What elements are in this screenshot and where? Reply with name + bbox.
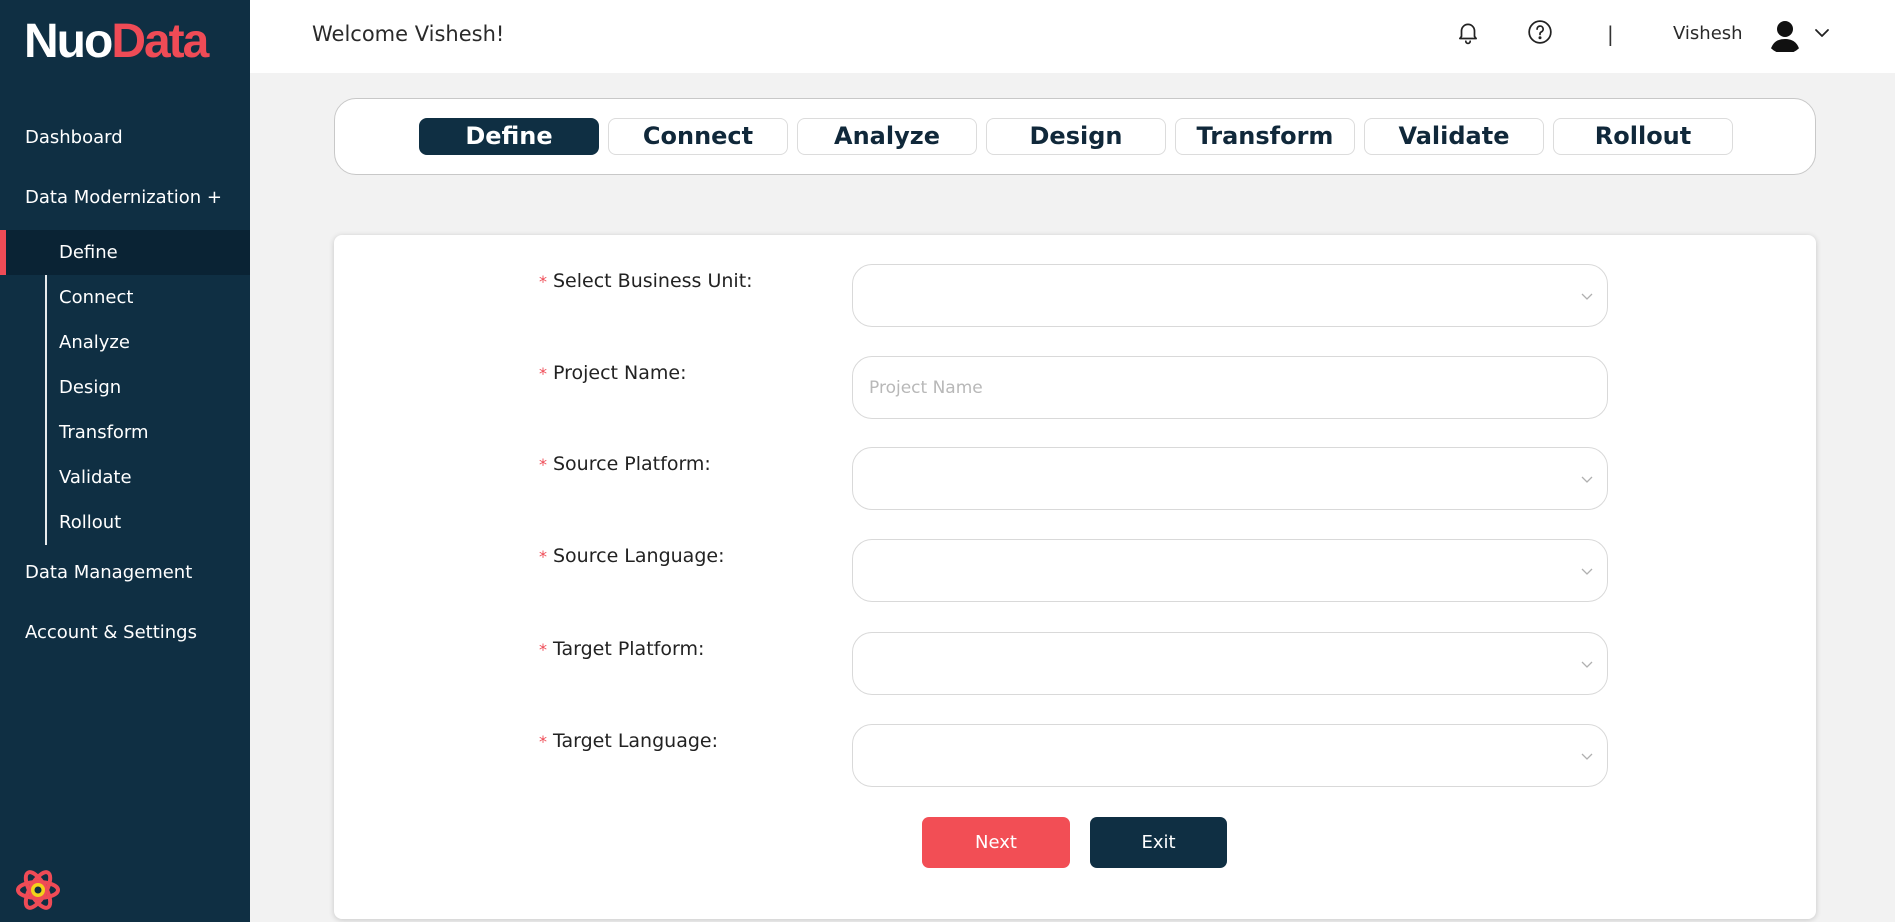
required-marker: * (539, 547, 547, 566)
target-platform-label: * Target Platform: (539, 638, 704, 660)
chevron-down-icon[interactable] (1813, 24, 1831, 42)
sidebar-subnav: Define Connect Analyze Design Transform … (0, 230, 250, 545)
chevron-down-icon (1581, 753, 1593, 760)
source-platform-label-text: Source Platform: (553, 453, 711, 475)
sidebar-item-data-modernization[interactable]: Data Modernization + (25, 187, 222, 208)
nuodata-logo[interactable]: NuoData (24, 14, 209, 70)
source-platform-select[interactable] (852, 447, 1608, 510)
chevron-down-icon (1581, 293, 1593, 300)
project-name-label: * Project Name: (539, 362, 687, 384)
sidebar-item-dashboard[interactable]: Dashboard (25, 127, 123, 148)
form-row-source-platform: * Source Platform: (334, 447, 1816, 511)
target-language-label-text: Target Language: (553, 730, 718, 752)
header-separator: | (1607, 22, 1614, 46)
sidebar: NuoData Dashboard Data Modernization + D… (0, 0, 250, 922)
sidebar-sub-item-design[interactable]: Design (0, 365, 250, 410)
target-platform-select[interactable] (852, 632, 1608, 695)
sidebar-sub-item-transform[interactable]: Transform (0, 410, 250, 455)
target-language-select[interactable] (852, 724, 1608, 787)
target-language-label: * Target Language: (539, 730, 718, 752)
required-marker: * (539, 455, 547, 474)
chevron-down-icon (1581, 568, 1593, 575)
sidebar-item-account-settings[interactable]: Account & Settings (25, 622, 197, 643)
sidebar-sub-item-define[interactable]: Define (0, 230, 250, 275)
chevron-down-icon (1581, 661, 1593, 668)
source-language-label-text: Source Language: (553, 545, 725, 567)
target-platform-label-text: Target Platform: (553, 638, 705, 660)
logo-text-data: Data (111, 15, 209, 68)
step-tab-transform[interactable]: Transform (1175, 118, 1355, 155)
username-label[interactable]: Vishesh (1673, 23, 1743, 44)
form-row-target-language: * Target Language: (334, 724, 1816, 788)
avatar-silhouette-icon (1765, 14, 1805, 54)
atom-logo-icon[interactable] (14, 866, 62, 914)
business-unit-select[interactable] (852, 264, 1608, 327)
form-row-project-name: * Project Name: (334, 356, 1816, 420)
avatar[interactable] (1765, 14, 1805, 54)
next-button[interactable]: Next (922, 817, 1070, 868)
logo-text-nuo: Nuo (24, 15, 113, 68)
sidebar-item-data-management[interactable]: Data Management (25, 562, 192, 583)
step-tab-define[interactable]: Define (419, 118, 599, 155)
step-tab-design[interactable]: Design (986, 118, 1166, 155)
project-name-input[interactable] (852, 356, 1608, 419)
chevron-down-icon (1581, 476, 1593, 483)
step-tab-validate[interactable]: Validate (1364, 118, 1544, 155)
sidebar-sub-item-connect[interactable]: Connect (0, 275, 250, 320)
required-marker: * (539, 732, 547, 751)
required-marker: * (539, 364, 547, 383)
form-row-source-language: * Source Language: (334, 539, 1816, 603)
form-row-business-unit: * Select Business Unit: (334, 264, 1816, 328)
step-tab-connect[interactable]: Connect (608, 118, 788, 155)
sidebar-sub-item-validate[interactable]: Validate (0, 455, 250, 500)
sidebar-sub-item-rollout[interactable]: Rollout (0, 500, 250, 545)
step-tab-analyze[interactable]: Analyze (797, 118, 977, 155)
required-marker: * (539, 272, 547, 291)
define-form-card: * Select Business Unit: * Project Name: * S… (334, 235, 1816, 919)
project-name-label-text: Project Name: (553, 362, 687, 384)
source-language-label: * Source Language: (539, 545, 724, 567)
form-row-target-platform: * Target Platform: (334, 632, 1816, 696)
required-marker: * (539, 640, 547, 659)
exit-button[interactable]: Exit (1090, 817, 1227, 868)
business-unit-label-text: Select Business Unit: (553, 270, 753, 292)
welcome-message: Welcome Vishesh! (312, 22, 505, 46)
source-platform-label: * Source Platform: (539, 453, 711, 475)
help-icon[interactable] (1527, 19, 1553, 45)
source-language-select[interactable] (852, 539, 1608, 602)
business-unit-label: * Select Business Unit: (539, 270, 753, 292)
top-header: Welcome Vishesh! | Vishesh (250, 0, 1895, 73)
sidebar-sub-item-analyze[interactable]: Analyze (0, 320, 250, 365)
workflow-steps: Define Connect Analyze Design Transform … (334, 98, 1816, 175)
bell-icon[interactable] (1455, 19, 1481, 45)
step-tab-rollout[interactable]: Rollout (1553, 118, 1733, 155)
